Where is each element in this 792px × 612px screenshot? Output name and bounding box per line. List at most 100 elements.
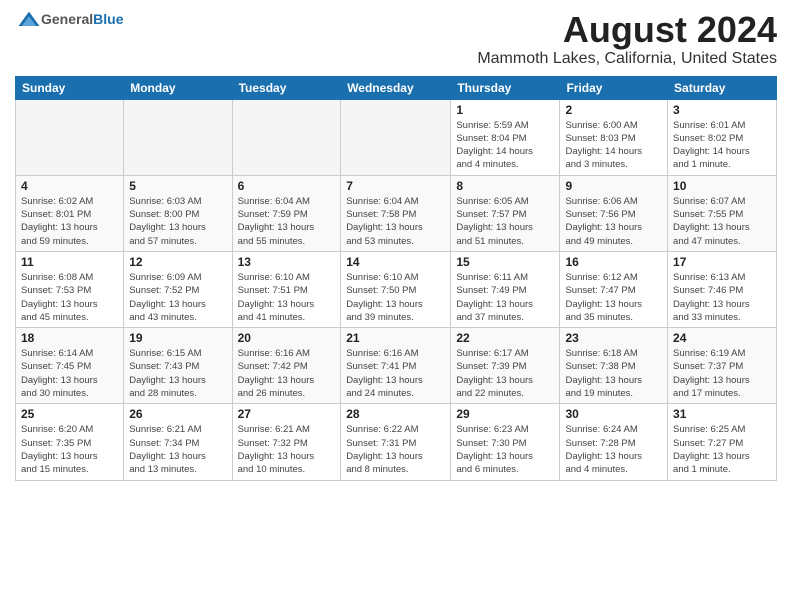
calendar-cell: 15 Sunrise: 6:11 AM Sunset: 7:49 PM Dayli… xyxy=(451,251,560,327)
title-block: August 2024 Mammoth Lakes, California, U… xyxy=(477,10,777,68)
day-info: Sunrise: 6:19 AM Sunset: 7:37 PM Dayligh… xyxy=(673,347,771,400)
day-number: 4 xyxy=(21,179,118,193)
day-info: Sunrise: 6:18 AM Sunset: 7:38 PM Dayligh… xyxy=(565,347,662,400)
header: GeneralBlue August 2024 Mammoth Lakes, C… xyxy=(15,10,777,68)
day-info: Sunrise: 6:21 AM Sunset: 7:34 PM Dayligh… xyxy=(129,423,226,476)
day-info: Sunrise: 6:10 AM Sunset: 7:51 PM Dayligh… xyxy=(238,271,336,324)
page: GeneralBlue August 2024 Mammoth Lakes, C… xyxy=(0,0,792,612)
calendar-cell: 20Sunrise: 6:16 AM Sunset: 7:42 PM Dayli… xyxy=(232,328,341,404)
calendar-cell: 14Sunrise: 6:10 AM Sunset: 7:50 PM Dayli… xyxy=(341,251,451,327)
day-number: 1 xyxy=(456,103,554,117)
day-number: 12 xyxy=(129,255,226,269)
day-info: Sunrise: 6:09 AM Sunset: 7:52 PM Dayligh… xyxy=(129,271,226,324)
calendar-cell: 4 Sunrise: 6:02 AM Sunset: 8:01 PM Daylig… xyxy=(16,175,124,251)
day-number: 18 xyxy=(21,331,118,345)
week-row-2: 11 Sunrise: 6:08 AM Sunset: 7:53 PM Dayli… xyxy=(16,251,777,327)
day-info: Sunrise: 6:21 AM Sunset: 7:32 PM Dayligh… xyxy=(238,423,336,476)
calendar-cell xyxy=(124,99,232,175)
day-info: Sunrise: 6:10 AM Sunset: 7:50 PM Dayligh… xyxy=(346,271,445,324)
calendar-cell: 23 Sunrise: 6:18 AM Sunset: 7:38 PM Dayli… xyxy=(560,328,668,404)
day-number: 28 xyxy=(346,407,445,421)
day-number: 31 xyxy=(673,407,771,421)
day-info: Sunrise: 6:20 AM Sunset: 7:35 PM Dayligh… xyxy=(21,423,118,476)
day-number: 24 xyxy=(673,331,771,345)
day-info: Sunrise: 6:12 AM Sunset: 7:47 PM Dayligh… xyxy=(565,271,662,324)
day-number: 22 xyxy=(456,331,554,345)
calendar-cell: 11 Sunrise: 6:08 AM Sunset: 7:53 PM Dayli… xyxy=(16,251,124,327)
day-info: Sunrise: 6:23 AM Sunset: 7:30 PM Dayligh… xyxy=(456,423,554,476)
day-info: Sunrise: 6:08 AM Sunset: 7:53 PM Dayligh… xyxy=(21,271,118,324)
main-title: August 2024 xyxy=(477,10,777,50)
day-number: 13 xyxy=(238,255,336,269)
calendar-cell: 30 Sunrise: 6:24 AM Sunset: 7:28 PM Dayli… xyxy=(560,404,668,480)
day-number: 29 xyxy=(456,407,554,421)
calendar-cell: 28Sunrise: 6:22 AM Sunset: 7:31 PM Dayli… xyxy=(341,404,451,480)
day-number: 3 xyxy=(673,103,771,117)
logo-general: General xyxy=(41,11,93,27)
calendar-cell: 16 Sunrise: 6:12 AM Sunset: 7:47 PM Dayli… xyxy=(560,251,668,327)
logo: GeneralBlue xyxy=(15,10,123,30)
calendar-cell: 6 Sunrise: 6:04 AM Sunset: 7:59 PM Daylig… xyxy=(232,175,341,251)
day-number: 11 xyxy=(21,255,118,269)
calendar-cell: 27Sunrise: 6:21 AM Sunset: 7:32 PM Dayli… xyxy=(232,404,341,480)
calendar-cell: 25 Sunrise: 6:20 AM Sunset: 7:35 PM Dayli… xyxy=(16,404,124,480)
day-info: Sunrise: 6:07 AM Sunset: 7:55 PM Dayligh… xyxy=(673,195,771,248)
day-number: 10 xyxy=(673,179,771,193)
day-number: 21 xyxy=(346,331,445,345)
calendar-cell: 26Sunrise: 6:21 AM Sunset: 7:34 PM Dayli… xyxy=(124,404,232,480)
day-number: 17 xyxy=(673,255,771,269)
calendar-cell: 1Sunrise: 5:59 AM Sunset: 8:04 PM Daylig… xyxy=(451,99,560,175)
calendar-header: Sunday Monday Tuesday Wednesday Thursday… xyxy=(16,76,777,99)
day-info: Sunrise: 6:14 AM Sunset: 7:45 PM Dayligh… xyxy=(21,347,118,400)
calendar-cell: 3 Sunrise: 6:01 AM Sunset: 8:02 PM Daylig… xyxy=(668,99,777,175)
calendar-cell: 31 Sunrise: 6:25 AM Sunset: 7:27 PM Dayli… xyxy=(668,404,777,480)
calendar-cell xyxy=(16,99,124,175)
day-info: Sunrise: 6:05 AM Sunset: 7:57 PM Dayligh… xyxy=(456,195,554,248)
logo-blue: Blue xyxy=(93,11,123,27)
day-info: Sunrise: 6:16 AM Sunset: 7:42 PM Dayligh… xyxy=(238,347,336,400)
day-info: Sunrise: 6:11 AM Sunset: 7:49 PM Dayligh… xyxy=(456,271,554,324)
calendar-cell: 2 Sunrise: 6:00 AM Sunset: 8:03 PM Daylig… xyxy=(560,99,668,175)
calendar-cell: 8 Sunrise: 6:05 AM Sunset: 7:57 PM Daylig… xyxy=(451,175,560,251)
day-number: 16 xyxy=(565,255,662,269)
day-number: 8 xyxy=(456,179,554,193)
header-wednesday: Wednesday xyxy=(341,76,451,99)
day-number: 9 xyxy=(565,179,662,193)
calendar-cell: 12 Sunrise: 6:09 AM Sunset: 7:52 PM Dayli… xyxy=(124,251,232,327)
header-tuesday: Tuesday xyxy=(232,76,341,99)
calendar-cell: 7 Sunrise: 6:04 AM Sunset: 7:58 PM Daylig… xyxy=(341,175,451,251)
week-row-3: 18 Sunrise: 6:14 AM Sunset: 7:45 PM Dayli… xyxy=(16,328,777,404)
calendar-cell: 10 Sunrise: 6:07 AM Sunset: 7:55 PM Dayli… xyxy=(668,175,777,251)
day-info: Sunrise: 6:24 AM Sunset: 7:28 PM Dayligh… xyxy=(565,423,662,476)
day-info: Sunrise: 6:03 AM Sunset: 8:00 PM Dayligh… xyxy=(129,195,226,248)
day-info: Sunrise: 6:17 AM Sunset: 7:39 PM Dayligh… xyxy=(456,347,554,400)
calendar-cell xyxy=(232,99,341,175)
day-info: Sunrise: 6:13 AM Sunset: 7:46 PM Dayligh… xyxy=(673,271,771,324)
calendar-cell: 24 Sunrise: 6:19 AM Sunset: 7:37 PM Dayli… xyxy=(668,328,777,404)
header-monday: Monday xyxy=(124,76,232,99)
calendar-cell: 18 Sunrise: 6:14 AM Sunset: 7:45 PM Dayli… xyxy=(16,328,124,404)
day-number: 19 xyxy=(129,331,226,345)
day-info: Sunrise: 6:04 AM Sunset: 7:59 PM Dayligh… xyxy=(238,195,336,248)
header-sunday: Sunday xyxy=(16,76,124,99)
calendar-cell: 13 Sunrise: 6:10 AM Sunset: 7:51 PM Dayli… xyxy=(232,251,341,327)
day-info: Sunrise: 6:25 AM Sunset: 7:27 PM Dayligh… xyxy=(673,423,771,476)
day-number: 7 xyxy=(346,179,445,193)
day-info: Sunrise: 6:02 AM Sunset: 8:01 PM Dayligh… xyxy=(21,195,118,248)
day-number: 23 xyxy=(565,331,662,345)
day-info: Sunrise: 6:16 AM Sunset: 7:41 PM Dayligh… xyxy=(346,347,445,400)
day-number: 15 xyxy=(456,255,554,269)
day-number: 6 xyxy=(238,179,336,193)
week-row-0: 1Sunrise: 5:59 AM Sunset: 8:04 PM Daylig… xyxy=(16,99,777,175)
calendar-cell: 9Sunrise: 6:06 AM Sunset: 7:56 PM Daylig… xyxy=(560,175,668,251)
day-number: 30 xyxy=(565,407,662,421)
day-info: Sunrise: 6:01 AM Sunset: 8:02 PM Dayligh… xyxy=(673,119,771,172)
day-info: Sunrise: 6:04 AM Sunset: 7:58 PM Dayligh… xyxy=(346,195,445,248)
day-number: 2 xyxy=(565,103,662,117)
calendar: Sunday Monday Tuesday Wednesday Thursday… xyxy=(15,76,777,481)
week-row-1: 4 Sunrise: 6:02 AM Sunset: 8:01 PM Daylig… xyxy=(16,175,777,251)
calendar-cell: 29 Sunrise: 6:23 AM Sunset: 7:30 PM Dayli… xyxy=(451,404,560,480)
subtitle: Mammoth Lakes, California, United States xyxy=(477,50,777,68)
day-number: 25 xyxy=(21,407,118,421)
day-info: Sunrise: 6:00 AM Sunset: 8:03 PM Dayligh… xyxy=(565,119,662,172)
